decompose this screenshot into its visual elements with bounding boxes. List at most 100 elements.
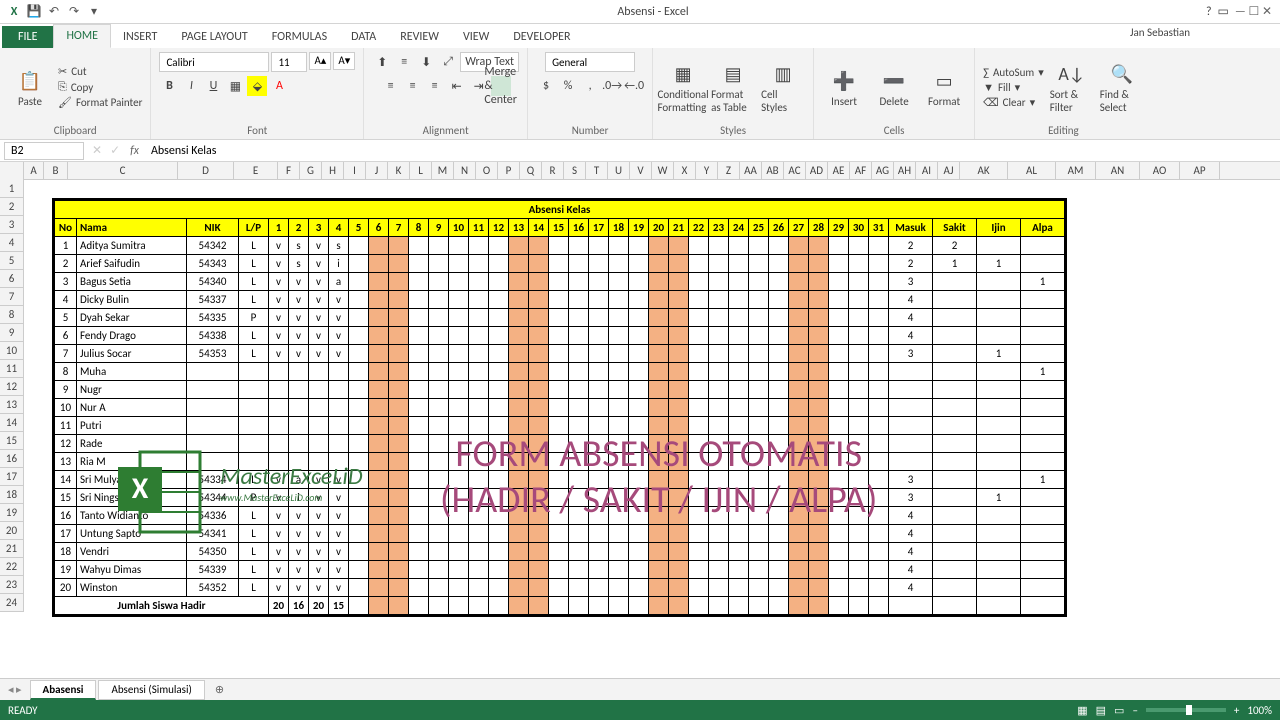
table-row[interactable]: 5Dyah Sekar54335Pvvvv4 [55,309,1065,327]
row-header-8[interactable]: 8 [0,306,23,324]
row-header-12[interactable]: 12 [0,378,23,396]
minimize-icon[interactable]: — [1235,5,1246,19]
align-right-button[interactable]: ≡ [425,76,445,96]
col-header-AA[interactable]: AA [740,162,762,179]
table-row[interactable]: 6Fendy Drago54338Lvvvv4 [55,327,1065,345]
tab-developer[interactable]: DEVELOPER [501,26,582,48]
col-header-AK[interactable]: AK [960,162,1008,179]
row-header-18[interactable]: 18 [0,486,23,504]
row-header-23[interactable]: 23 [0,576,23,594]
table-row[interactable]: 16Tanto Widianto54336Lvvvv4 [55,507,1065,525]
select-all-corner[interactable] [0,162,24,180]
row-header-7[interactable]: 7 [0,288,23,306]
table-row[interactable]: 9Nugr [55,381,1065,399]
fx-icon[interactable]: fx [124,144,145,158]
col-header-AF[interactable]: AF [850,162,872,179]
col-header-Y[interactable]: Y [696,162,718,179]
cut-button[interactable]: ✂Cut [58,65,142,78]
row-header-16[interactable]: 16 [0,450,23,468]
col-header-V[interactable]: V [630,162,652,179]
table-row[interactable]: 1Aditya Sumitra54342Lvsvs22 [55,237,1065,255]
col-header-P[interactable]: P [498,162,520,179]
copy-button[interactable]: ⎘Copy [58,80,142,94]
name-box[interactable]: B2 [4,142,84,160]
row-header-2[interactable]: 2 [0,198,23,216]
row-header-13[interactable]: 13 [0,396,23,414]
col-header-AG[interactable]: AG [872,162,894,179]
clear-button[interactable]: ⌫ Clear ▾ [983,96,1044,109]
qat-more-icon[interactable]: ▾ [86,4,102,20]
table-row[interactable]: 8Muha1 [55,363,1065,381]
row-header-19[interactable]: 19 [0,504,23,522]
col-header-L[interactable]: L [410,162,432,179]
col-header-F[interactable]: F [278,162,300,179]
number-format-select[interactable]: General [545,52,635,72]
fill-button[interactable]: ▼ Fill ▾ [983,81,1044,94]
border-button[interactable]: ▦ [225,76,245,96]
row-header-10[interactable]: 10 [0,342,23,360]
table-row[interactable]: 13Ria M [55,453,1065,471]
zoom-slider[interactable] [1146,708,1226,712]
fill-color-button[interactable]: ⬙ [247,76,267,96]
row-headers[interactable]: 123456789101112131415161718192021222324 [0,180,24,612]
col-header-G[interactable]: G [300,162,322,179]
close-icon[interactable]: ✕ [1262,5,1272,19]
zoom-out-icon[interactable]: – [1132,704,1137,717]
table-row[interactable]: 17Untung Sapto54341Lvvvv4 [55,525,1065,543]
redo-icon[interactable]: ↷ [66,4,82,20]
row-header-24[interactable]: 24 [0,594,23,612]
autosum-button[interactable]: ∑ AutoSum ▾ [983,66,1044,79]
col-header-AN[interactable]: AN [1096,162,1140,179]
tab-review[interactable]: REVIEW [388,26,451,48]
help-icon[interactable]: ? [1206,5,1212,19]
col-header-X[interactable]: X [674,162,696,179]
table-row[interactable]: 19Wahyu Dimas54339Lvvvv4 [55,561,1065,579]
row-header-21[interactable]: 21 [0,540,23,558]
col-header-AH[interactable]: AH [894,162,916,179]
font-color-button[interactable]: A [269,76,289,96]
underline-button[interactable]: U [203,76,223,96]
bold-button[interactable]: B [159,76,179,96]
maximize-icon[interactable]: ☐ [1248,5,1259,19]
col-header-O[interactable]: O [476,162,498,179]
row-header-1[interactable]: 1 [0,180,23,198]
align-middle-button[interactable]: ≡ [394,52,414,72]
paste-button[interactable]: 📋Paste [8,67,52,108]
row-header-3[interactable]: 3 [0,216,23,234]
view-normal-icon[interactable]: ▦ [1077,704,1087,717]
format-as-table-button[interactable]: ▤Format as Table [711,60,755,114]
font-size-select[interactable]: 11 [271,52,307,72]
col-header-N[interactable]: N [454,162,476,179]
col-header-Q[interactable]: Q [520,162,542,179]
zoom-level[interactable]: 100% [1247,704,1272,717]
table-row[interactable]: 3Bagus Setia54340Lvvva31 [55,273,1065,291]
align-top-button[interactable]: ⬆ [372,52,392,72]
enter-formula-icon[interactable]: ✓ [106,143,124,158]
formula-input[interactable]: Absensi Kelas [145,144,1280,158]
col-header-H[interactable]: H [322,162,344,179]
col-header-AD[interactable]: AD [806,162,828,179]
conditional-formatting-button[interactable]: ▦Conditional Formatting [661,60,705,114]
table-row[interactable]: 14Sri Mulyadi54334Lvavv31 [55,471,1065,489]
col-header-B[interactable]: B [44,162,68,179]
col-header-R[interactable]: R [542,162,564,179]
tab-file[interactable]: FILE [2,26,53,48]
col-header-AM[interactable]: AM [1056,162,1096,179]
align-center-button[interactable]: ≡ [403,76,423,96]
table-row[interactable]: 7Julius Socar54353Lvvvv31 [55,345,1065,363]
table-row[interactable]: 12Rade [55,435,1065,453]
table-row[interactable]: 18Vendri54350Lvvvv4 [55,543,1065,561]
col-header-AL[interactable]: AL [1008,162,1056,179]
sheet-nav-icon[interactable]: ◂ ▸ [0,683,30,696]
ribbon-display-icon[interactable]: ▭ [1218,4,1229,19]
col-header-D[interactable]: D [178,162,234,179]
column-headers[interactable]: ABCDEFGHIJKLMNOPQRSTUVWXYZAAABACADAEAFAG… [24,162,1280,180]
decrease-decimal-button[interactable]: ←.0 [624,76,644,96]
row-header-20[interactable]: 20 [0,522,23,540]
align-left-button[interactable]: ≡ [381,76,401,96]
merge-center-button[interactable]: Merge & Center [491,76,511,96]
row-header-11[interactable]: 11 [0,360,23,378]
font-name-select[interactable]: Calibri [159,52,269,72]
row-header-9[interactable]: 9 [0,324,23,342]
view-layout-icon[interactable]: ▤ [1096,704,1106,717]
